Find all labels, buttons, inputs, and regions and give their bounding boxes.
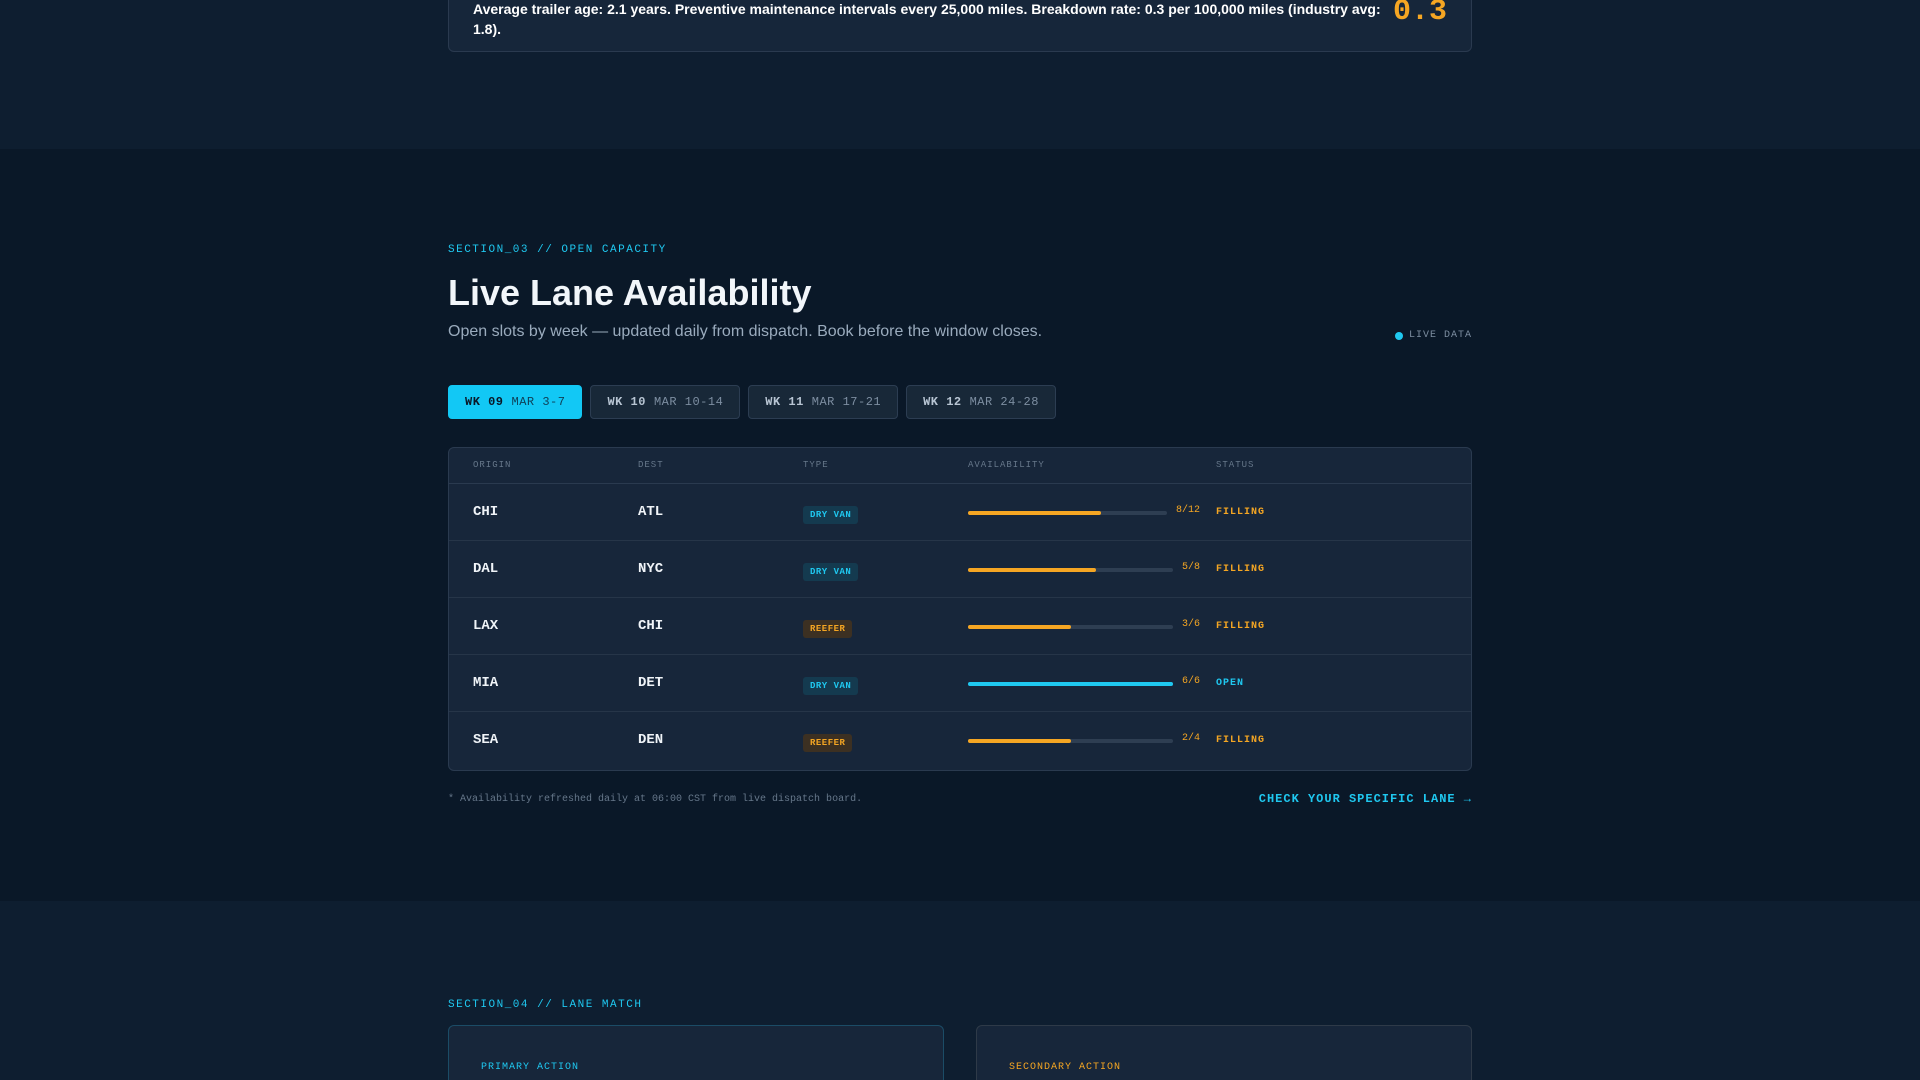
dest-code: NYC [638, 561, 664, 577]
availability-bar [968, 625, 1173, 629]
header-dest: DEST [638, 460, 664, 470]
tab-dates: MAR 24-28 [969, 395, 1039, 409]
lane-availability-table: ORIGIN DEST TYPE AVAILABILITY STATUS CHI… [448, 447, 1472, 771]
status-badge: FILLING [1216, 564, 1266, 575]
tab-week: WK 12 [923, 395, 962, 409]
check-lane-link[interactable]: CHECK YOUR SPECIFIC LANE → [1259, 792, 1472, 806]
availability-count: 5/8 [1182, 562, 1201, 573]
lane-match-section: SECTION_04 // LANE MATCH PRIMARY ACTION … [0, 901, 1920, 1080]
tab-week: WK 09 [465, 395, 504, 409]
tab-wk-09[interactable]: WK 09 MAR 3-7 [448, 385, 583, 419]
availability-count: 6/6 [1182, 676, 1201, 687]
status-badge: FILLING [1216, 621, 1266, 632]
section-title: Live Lane Availability [448, 272, 812, 313]
origin-code: DAL [473, 561, 499, 577]
availability-bar-fill [968, 511, 1101, 515]
availability-count: 3/6 [1182, 619, 1201, 630]
availability-bar-fill [968, 682, 1173, 686]
primary-action-card[interactable]: PRIMARY ACTION [448, 1025, 944, 1080]
tab-dates: MAR 17-21 [811, 395, 882, 409]
tab-dates: MAR 10-14 [653, 395, 724, 409]
table-row[interactable]: MIA DET DRY VAN 6/6 OPEN [449, 655, 1471, 712]
secondary-action-card[interactable]: SECONDARY ACTION [976, 1025, 1472, 1080]
trailer-type-badge: REEFER [803, 620, 853, 638]
table-row[interactable]: CHI ATL DRY VAN 8/12 FILLING [449, 484, 1471, 541]
live-dot-icon [1394, 331, 1403, 340]
breakdown-rate-value: 0.3 [1392, 0, 1447, 29]
trailer-type-badge: DRY VAN [803, 563, 859, 581]
section-subtitle: Open slots by week — updated daily from … [448, 323, 1043, 340]
primary-action-label: PRIMARY ACTION [481, 1062, 580, 1073]
availability-bar [968, 568, 1173, 572]
availability-bar-fill [968, 568, 1096, 572]
status-badge: FILLING [1216, 735, 1266, 746]
tab-wk-12[interactable]: WK 12 MAR 24-28 [906, 385, 1056, 419]
availability-count: 8/12 [1176, 505, 1201, 516]
tab-dates: MAR 3-7 [511, 395, 566, 409]
previous-section: Average trailer age: 2.1 years. Preventi… [0, 0, 1920, 149]
live-data-indicator: LIVE DATA [1394, 330, 1472, 341]
header-origin: ORIGIN [473, 460, 512, 470]
table-row[interactable]: SEA DEN REEFER 2/4 FILLING [449, 712, 1471, 769]
origin-code: SEA [473, 732, 499, 748]
header-type: TYPE [803, 460, 829, 470]
secondary-action-label: SECONDARY ACTION [1009, 1062, 1122, 1073]
origin-code: LAX [473, 618, 499, 634]
maintenance-stat-card: Average trailer age: 2.1 years. Preventi… [448, 0, 1472, 52]
section-eyebrow: SECTION_03 // OPEN CAPACITY [448, 244, 667, 256]
week-tabs: WK 09 MAR 3-7 WK 10 MAR 10-14 WK 11 MAR … [448, 385, 1056, 419]
live-data-label: LIVE DATA [1408, 330, 1472, 341]
open-capacity-section: SECTION_03 // OPEN CAPACITY Live Lane Av… [0, 149, 1920, 901]
origin-code: MIA [473, 675, 499, 691]
table-header: ORIGIN DEST TYPE AVAILABILITY STATUS [449, 448, 1471, 484]
trailer-type-badge: REEFER [803, 734, 853, 752]
table-row[interactable]: LAX CHI REEFER 3/6 FILLING [449, 598, 1471, 655]
refresh-note: * Availability refreshed daily at 06:00 … [448, 794, 863, 805]
dest-code: DEN [638, 732, 664, 748]
tab-wk-10[interactable]: WK 10 MAR 10-14 [590, 385, 741, 419]
trailer-type-badge: DRY VAN [803, 677, 859, 695]
availability-bar-fill [968, 625, 1071, 629]
tab-week: WK 10 [607, 395, 646, 409]
availability-bar [968, 739, 1173, 743]
dest-code: DET [638, 675, 664, 691]
tab-wk-11[interactable]: WK 11 MAR 17-21 [748, 385, 899, 419]
header-availability: AVAILABILITY [968, 460, 1045, 470]
dest-code: ATL [638, 504, 664, 520]
availability-count: 2/4 [1182, 733, 1201, 744]
tab-week: WK 11 [765, 395, 804, 409]
trailer-type-badge: DRY VAN [803, 506, 859, 524]
section-eyebrow: SECTION_04 // LANE MATCH [448, 999, 643, 1011]
table-row[interactable]: DAL NYC DRY VAN 5/8 FILLING [449, 541, 1471, 598]
maintenance-stat-text: Average trailer age: 2.1 years. Preventi… [473, 1, 1381, 37]
origin-code: CHI [473, 504, 499, 520]
availability-bar [968, 511, 1167, 515]
availability-bar-fill [968, 739, 1071, 743]
status-badge: OPEN [1216, 678, 1245, 689]
status-badge: FILLING [1216, 507, 1266, 518]
dest-code: CHI [638, 618, 664, 634]
header-status: STATUS [1216, 460, 1255, 470]
availability-bar [968, 682, 1173, 686]
